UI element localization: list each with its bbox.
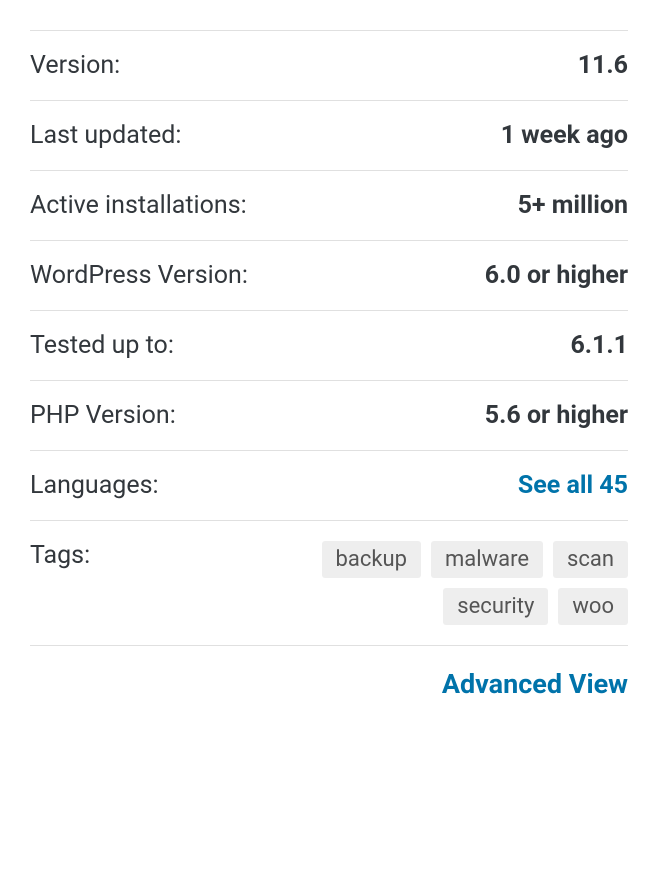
meta-row-tested-up-to: Tested up to: 6.1.1 [30,310,628,380]
meta-row-tags: Tags: backup malware scan security woo [30,520,628,646]
meta-value-tested-up-to: 6.1.1 [570,331,628,360]
meta-label-active-installations: Active installations: [30,191,247,220]
tag-scan[interactable]: scan [553,541,628,578]
tag-backup[interactable]: backup [322,541,421,578]
meta-label-languages: Languages: [30,471,159,500]
advanced-view-link[interactable]: Advanced View [442,668,628,700]
meta-label-wp-version: WordPress Version: [30,261,248,290]
meta-value-active-installations: 5+ million [518,191,628,220]
languages-see-all-link[interactable]: See all 45 [518,471,628,500]
meta-row-last-updated: Last updated: 1 week ago [30,100,628,170]
tag-woo[interactable]: woo [558,588,628,625]
meta-row-wp-version: WordPress Version: 6.0 or higher [30,240,628,310]
meta-row-version: Version: 11.6 [30,30,628,100]
meta-value-version: 11.6 [578,51,628,80]
meta-label-tested-up-to: Tested up to: [30,331,174,360]
tags-container: backup malware scan security woo [248,541,628,625]
meta-value-php-version: 5.6 or higher [485,401,628,430]
meta-label-last-updated: Last updated: [30,121,181,150]
meta-label-version: Version: [30,51,120,80]
tag-security[interactable]: security [443,588,548,625]
meta-value-wp-version: 6.0 or higher [485,261,628,290]
meta-row-active-installations: Active installations: 5+ million [30,170,628,240]
meta-label-tags: Tags: [30,541,90,570]
meta-row-php-version: PHP Version: 5.6 or higher [30,380,628,450]
meta-row-languages: Languages: See all 45 [30,450,628,520]
meta-value-last-updated: 1 week ago [501,121,628,150]
tag-malware[interactable]: malware [431,541,543,578]
advanced-view-row: Advanced View [30,646,628,700]
meta-label-php-version: PHP Version: [30,401,176,430]
plugin-meta-list: Version: 11.6 Last updated: 1 week ago A… [30,30,628,646]
